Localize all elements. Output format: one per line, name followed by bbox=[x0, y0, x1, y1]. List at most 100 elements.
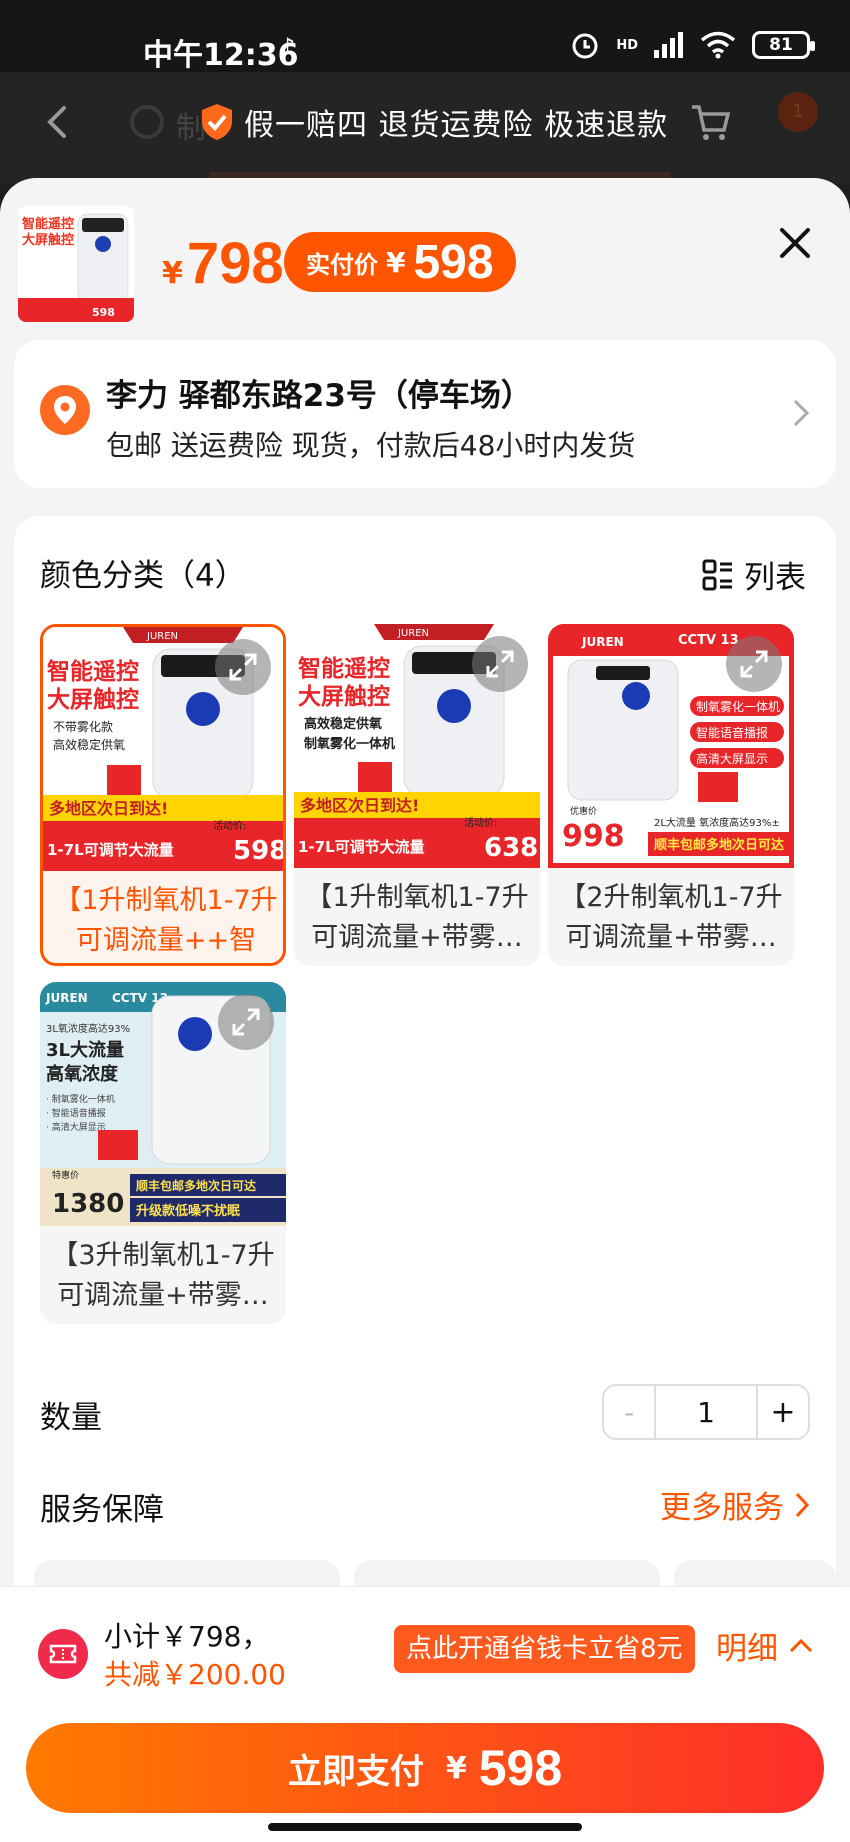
actual-price-label: 实付价 bbox=[306, 250, 378, 279]
quantity-label: 数量 bbox=[40, 1400, 102, 1436]
status-bar: 中午12:36 ♪ HD 81 bbox=[0, 0, 850, 73]
quantity-decrement-button[interactable]: - bbox=[604, 1386, 656, 1438]
sku4-b2: · 智能语音播报 bbox=[46, 1107, 106, 1119]
address-card[interactable]: 李力 驿都东路23号（停车场） 包邮 送运费险 现货，付款后48小时内发货 bbox=[14, 340, 836, 488]
actual-price-value: 598 bbox=[413, 235, 494, 289]
sku4-head: 3L氧浓度高达93% bbox=[46, 1022, 130, 1035]
sku2-banner: 多地区次日到达! bbox=[300, 796, 419, 815]
quantity-stepper: - 1 + bbox=[602, 1384, 810, 1440]
status-icons: HD 81 bbox=[570, 30, 815, 60]
sku2-price: 638 bbox=[484, 833, 538, 863]
sku1-band: 1-7L可调节大流量 bbox=[47, 841, 174, 859]
chevron-right-icon bbox=[795, 1492, 810, 1517]
sku3-tag1: 制氧雾化一体机 bbox=[696, 700, 780, 714]
sku2-title1: 智能遥控 bbox=[298, 655, 390, 682]
chevron-right-icon bbox=[793, 399, 810, 427]
sku-option-1[interactable]: JUREN 智能遥控 大屏触控 不带雾化款 高效稳定供氧 多地区次日到达! 1-… bbox=[40, 624, 286, 966]
sku-image-1: JUREN 智能遥控 大屏触控 不带雾化款 高效稳定供氧 多地区次日到达! 1-… bbox=[43, 627, 283, 871]
thumb-line2: 大屏触控 bbox=[22, 232, 74, 248]
pay-now-currency: ¥ bbox=[445, 1750, 467, 1786]
cart-icon[interactable] bbox=[690, 102, 730, 142]
brand-label: JUREN bbox=[146, 631, 178, 642]
network-label: HD bbox=[616, 37, 638, 53]
actual-price-currency: ¥ bbox=[386, 245, 406, 279]
product-thumbnail-image: 智能遥控 大屏触控 598 bbox=[18, 206, 134, 322]
product-thumbnail[interactable]: 智能遥控 大屏触控 598 bbox=[18, 206, 134, 322]
sku3-price: 998 bbox=[562, 819, 625, 854]
sku4-b3: · 高清大屏显示 bbox=[46, 1121, 106, 1133]
brand-label: JUREN bbox=[581, 635, 624, 649]
sku4-price-label: 特惠价 bbox=[52, 1169, 79, 1181]
expand-icon[interactable] bbox=[218, 994, 274, 1050]
cart-badge: 1 bbox=[778, 92, 818, 132]
search-icon bbox=[130, 105, 164, 139]
sku2-sub2: 制氧雾化一体机 bbox=[304, 736, 395, 752]
wifi-icon bbox=[700, 31, 736, 59]
expand-icon[interactable] bbox=[726, 636, 782, 692]
pay-now-amount: 598 bbox=[478, 1740, 563, 1796]
sku2-price-label: 活动价: bbox=[464, 817, 497, 829]
signal-icon bbox=[654, 32, 683, 58]
guarantee-banner: 假一赔四 退货运费险 极速退款 bbox=[200, 100, 668, 144]
sku4-price: 1380 bbox=[52, 1189, 124, 1219]
brand-label: JUREN bbox=[397, 628, 429, 639]
expand-icon[interactable] bbox=[472, 636, 528, 692]
detail-label: 明细 bbox=[716, 1631, 778, 1667]
close-icon[interactable] bbox=[778, 226, 812, 260]
sku2-band: 1-7L可调节大流量 bbox=[298, 838, 425, 856]
subtotal-text: 小计￥798， bbox=[104, 1620, 270, 1653]
sku4-band2: 升级款低噪不扰眠 bbox=[136, 1203, 240, 1219]
sku2-title2: 大屏触控 bbox=[298, 683, 390, 710]
list-icon bbox=[702, 559, 732, 590]
color-category-title: 颜色分类（4） bbox=[40, 558, 246, 594]
original-price: ¥ 798 bbox=[162, 230, 284, 297]
sku-image-3: JUREN CCTV 13 制氧雾化一体机 智能语音播报 高清大屏显示 优惠价 … bbox=[548, 624, 794, 868]
discount-text: 共减￥200.00 bbox=[104, 1658, 286, 1691]
chevron-up-icon bbox=[789, 1638, 813, 1652]
shipping-info: 包邮 送运费险 现货，付款后48小时内发货 bbox=[106, 429, 636, 462]
sku3-band: 顺丰包邮多地次日可达 bbox=[654, 837, 784, 853]
sku2-sub1: 高效稳定供氧 bbox=[304, 716, 382, 732]
sku1-sub1: 不带雾化款 bbox=[53, 720, 113, 734]
sku1-price: 598 bbox=[233, 836, 283, 866]
thumb-price: 598 bbox=[92, 306, 115, 319]
price-detail-toggle[interactable]: 明细 bbox=[716, 1623, 814, 1668]
checkout-bar: 小计￥798， 共减￥200.00 点此开通省钱卡立省8元 明细 立即支付 ¥ … bbox=[0, 1586, 850, 1842]
sku3-note: 2L大流量 氧浓度高达93%± bbox=[654, 816, 780, 829]
sku3-tag3: 高清大屏显示 bbox=[696, 751, 768, 766]
status-time: 中午12:36 bbox=[143, 38, 299, 73]
guarantee-text: 假一赔四 退货运费险 极速退款 bbox=[244, 108, 669, 143]
quantity-increment-button[interactable]: + bbox=[756, 1386, 808, 1438]
expand-icon[interactable] bbox=[215, 639, 271, 695]
sku4-title1: 3L大流量 bbox=[46, 1039, 124, 1061]
sku4-b1: · 制氧雾化一体机 bbox=[46, 1093, 115, 1105]
brand-label: JUREN bbox=[45, 991, 88, 1005]
sku1-title1: 智能遥控 bbox=[47, 658, 139, 685]
sku4-title2: 高氧浓度 bbox=[46, 1063, 119, 1085]
savings-card-button[interactable]: 点此开通省钱卡立省8元 bbox=[394, 1625, 695, 1673]
sku-option-4[interactable]: JUREN CCTV 13 3L氧浓度高达93% 3L大流量 高氧浓度 · 制氧… bbox=[40, 982, 286, 1324]
pay-now-label: 立即支付 bbox=[287, 1751, 424, 1792]
sku1-banner: 多地区次日到达! bbox=[49, 799, 168, 818]
alarm-icon bbox=[572, 33, 598, 59]
original-price-currency: ¥ bbox=[162, 256, 183, 291]
quantity-value[interactable]: 1 bbox=[656, 1386, 756, 1438]
sku4-band1: 顺丰包邮多地次日可达 bbox=[136, 1178, 256, 1193]
back-icon[interactable] bbox=[44, 104, 70, 140]
coupon-icon bbox=[38, 1629, 88, 1679]
tiktok-icon: ♪ bbox=[280, 33, 296, 61]
more-services-link[interactable]: 更多服务 bbox=[660, 1482, 810, 1527]
sku-image-4: JUREN CCTV 13 3L氧浓度高达93% 3L大流量 高氧浓度 · 制氧… bbox=[40, 982, 286, 1226]
sku1-price-label: 活动价: bbox=[213, 820, 246, 832]
address-line: 李力 驿都东路23号（停车场） bbox=[106, 378, 532, 414]
sku1-title2: 大屏触控 bbox=[47, 686, 139, 713]
sku-option-2[interactable]: JUREN 智能遥控 大屏触控 高效稳定供氧 制氧雾化一体机 多地区次日到达! … bbox=[294, 624, 540, 966]
shield-check-icon bbox=[202, 104, 232, 140]
sku-option-3[interactable]: JUREN CCTV 13 制氧雾化一体机 智能语音播报 高清大屏显示 优惠价 … bbox=[548, 624, 794, 966]
list-view-toggle[interactable]: 列表 bbox=[702, 552, 806, 597]
list-label: 列表 bbox=[744, 560, 806, 596]
sku-image-2: JUREN 智能遥控 大屏触控 高效稳定供氧 制氧雾化一体机 多地区次日到达! … bbox=[294, 624, 540, 868]
pay-now-button[interactable]: 立即支付 ¥ 598 bbox=[26, 1723, 824, 1813]
location-pin-icon bbox=[40, 385, 90, 435]
thumb-line1: 智能遥控 bbox=[22, 216, 74, 232]
